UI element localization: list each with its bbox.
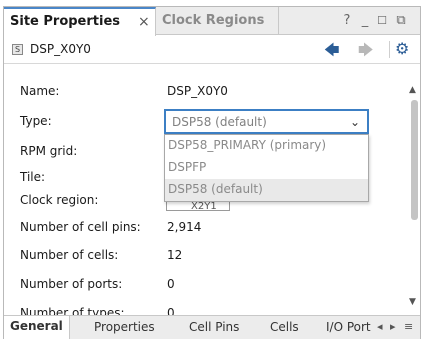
type-label: Type: <box>20 114 52 128</box>
tab-cell-pins[interactable]: Cell Pins <box>189 320 239 334</box>
type-option-selected[interactable]: DSP58 (default) <box>165 179 368 201</box>
tab-clock-regions-label: Clock Regions <box>162 13 265 28</box>
clock-region-label: Clock region: <box>20 193 99 207</box>
tab-scroll-right-icon[interactable]: ▸ <box>390 320 396 333</box>
tab-site-properties-label: Site Properties <box>10 14 121 29</box>
vertical-scrollbar[interactable]: ▲ ▼ <box>408 85 420 315</box>
type-dropdown-list: DSP58_PRIMARY (primary) DSPFP DSP58 (def… <box>164 134 369 202</box>
scroll-down-icon[interactable]: ▼ <box>409 297 416 307</box>
cells-label: Number of cells: <box>20 248 119 262</box>
tab-menu-icon[interactable]: ≡ <box>404 320 413 333</box>
tab-strip: Site Properties × Clock Regions ? _ ☐ ⧉ <box>4 7 420 36</box>
back-arrow-icon[interactable]: 🡄 <box>324 40 340 65</box>
cell-pins-label: Number of cell pins: <box>20 220 141 234</box>
type-select-value: DSP58 (default) <box>172 115 267 129</box>
close-icon[interactable]: × <box>138 14 150 30</box>
gear-icon[interactable]: ⚙ <box>395 39 409 58</box>
restore-icon[interactable]: ☐ <box>375 14 389 27</box>
bottom-tab-strip: General Properties Cell Pins Cells I/O P… <box>4 315 420 339</box>
tab-general[interactable]: General <box>4 316 70 339</box>
tab-properties[interactable]: Properties <box>94 320 155 334</box>
tab-cells[interactable]: Cells <box>270 320 299 334</box>
tab-scroll-left-icon[interactable]: ◂ <box>377 320 383 333</box>
name-label: Name: <box>20 84 60 98</box>
cells-value: 12 <box>167 248 183 262</box>
minimize-icon[interactable]: _ <box>358 13 372 28</box>
type-option[interactable]: DSPFP <box>165 157 368 179</box>
site-icon: S <box>12 44 23 55</box>
float-icon[interactable]: ⧉ <box>394 13 408 28</box>
chevron-down-icon: ⌄ <box>349 115 360 129</box>
tile-label: Tile: <box>20 170 46 184</box>
ports-label: Number of ports: <box>20 277 123 291</box>
type-option[interactable]: DSP58_PRIMARY (primary) <box>165 135 368 157</box>
tab-site-properties[interactable]: Site Properties × <box>4 7 156 36</box>
site-properties-panel: Site Properties × Clock Regions ? _ ☐ ⧉ … <box>3 6 421 339</box>
help-icon[interactable]: ? <box>340 13 354 28</box>
type-select[interactable]: DSP58 (default) ⌄ <box>164 109 369 134</box>
tab-io-ports[interactable]: I/O Port <box>326 320 371 334</box>
tab-clock-regions[interactable]: Clock Regions <box>156 7 279 35</box>
title-row: S DSP_X0Y0 🡄 🡆 ⚙ <box>4 36 420 64</box>
name-value: DSP_X0Y0 <box>167 84 228 98</box>
toolbar-divider <box>389 41 390 58</box>
rpm-grid-label: RPM grid: <box>20 144 78 158</box>
scroll-up-icon[interactable]: ▲ <box>409 85 416 95</box>
scrollbar-thumb[interactable] <box>411 100 418 220</box>
properties-content: Name: DSP_X0Y0 Type: RPM grid: Tile: Clo… <box>4 65 408 317</box>
site-title: DSP_X0Y0 <box>30 42 91 56</box>
forward-arrow-icon[interactable]: 🡆 <box>358 40 374 65</box>
cell-pins-value: 2,914 <box>167 220 202 234</box>
ports-value: 0 <box>167 277 175 291</box>
